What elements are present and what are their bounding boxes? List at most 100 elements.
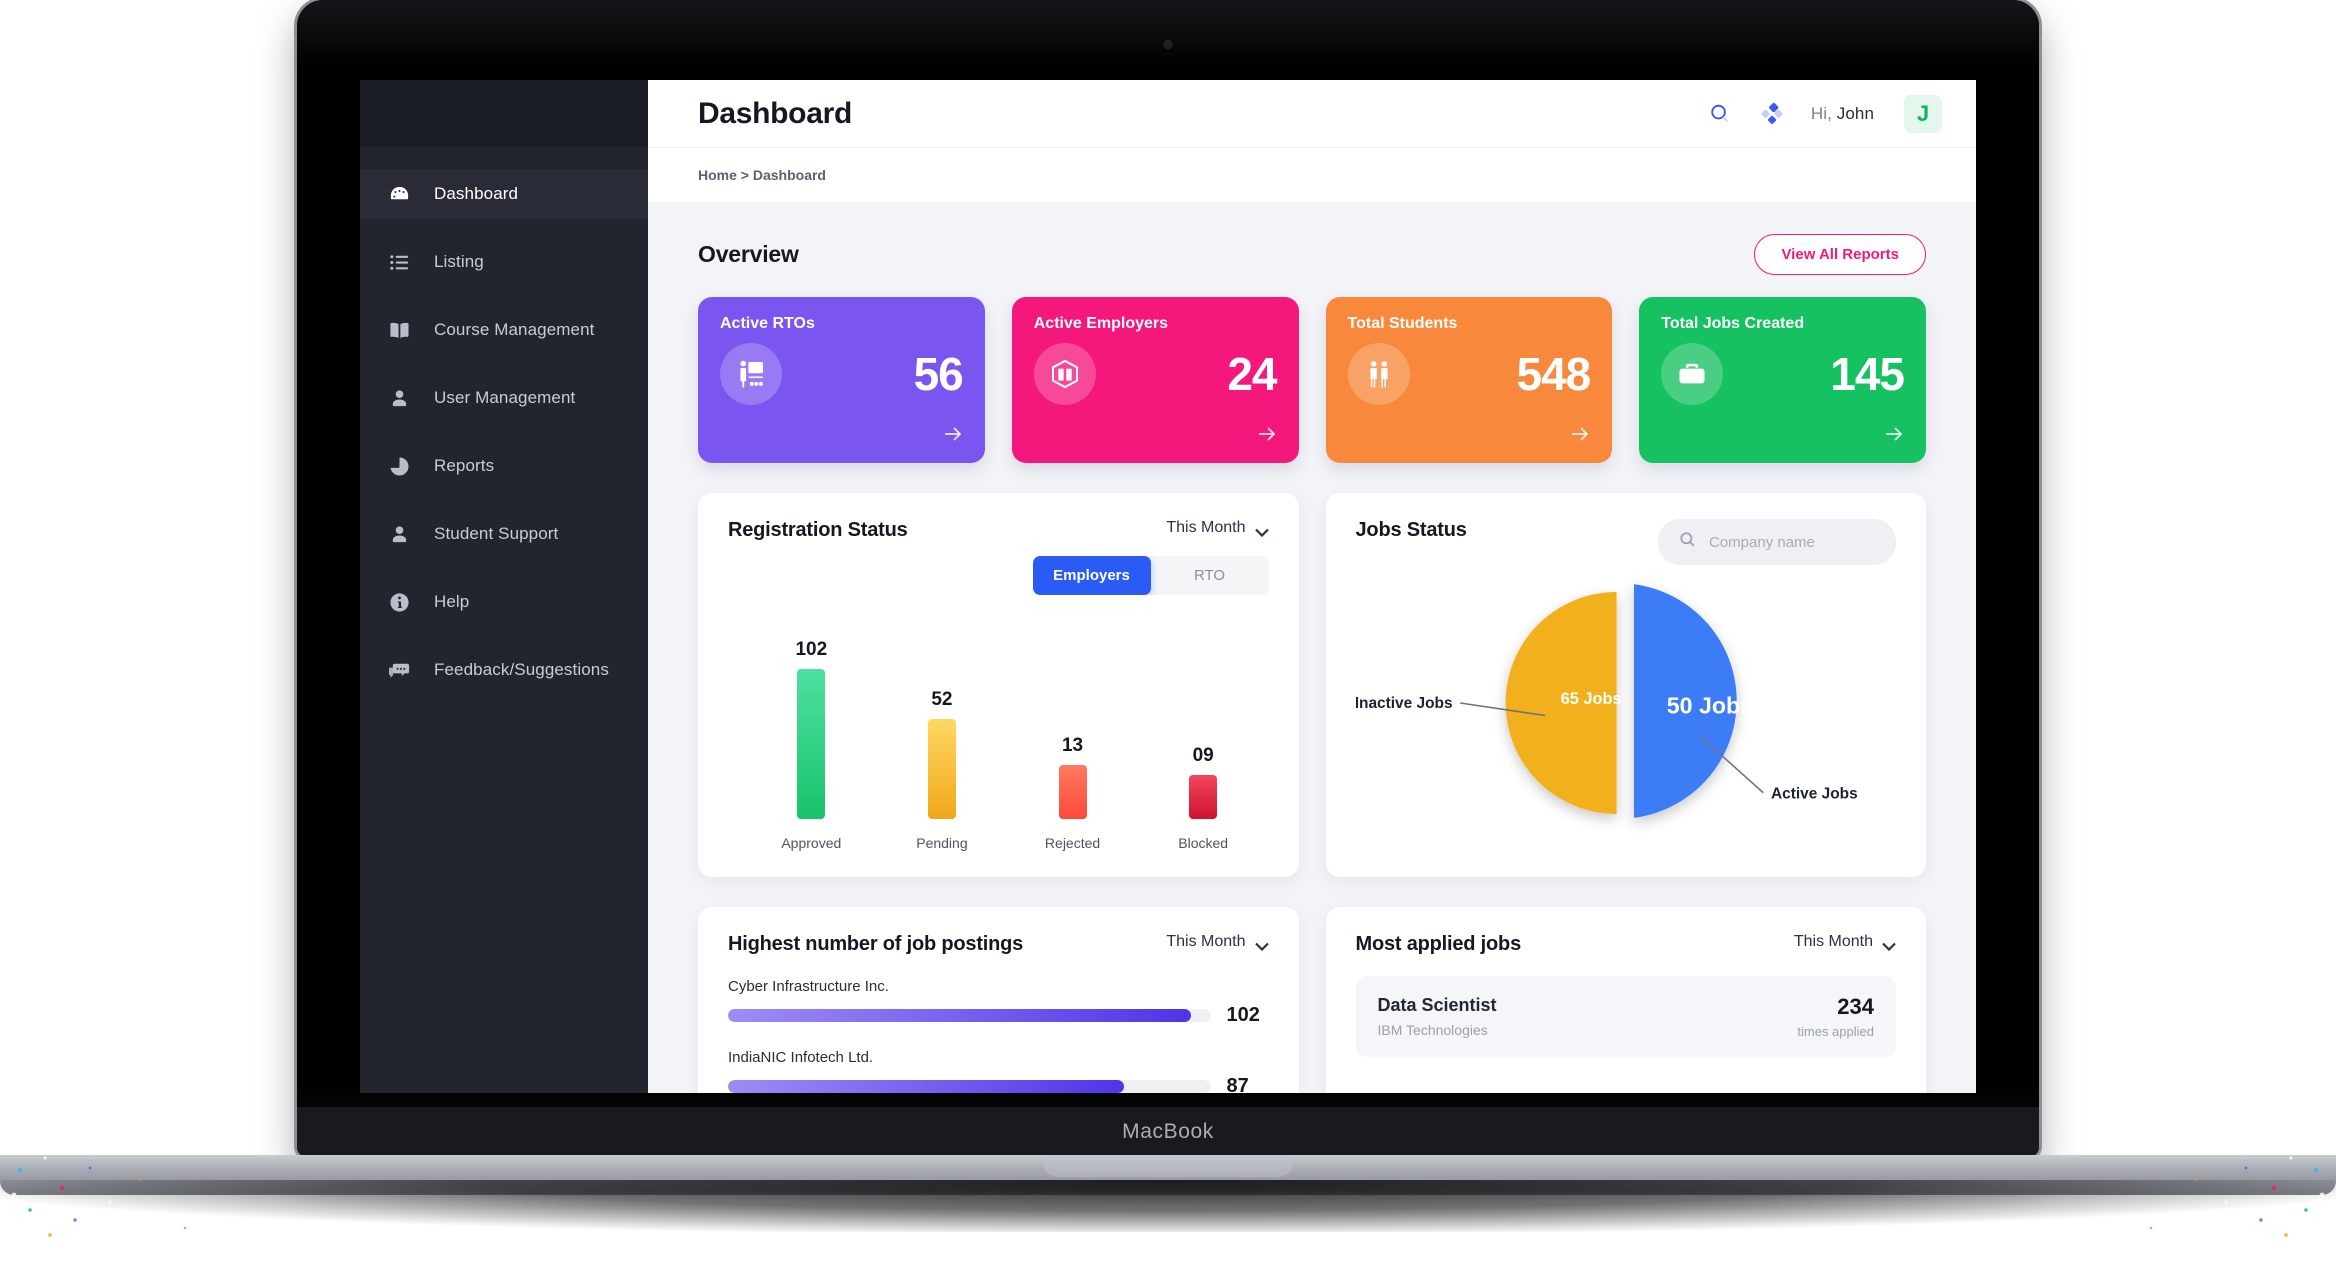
- stat-card-value: 24: [1227, 348, 1277, 400]
- progress-row: 87: [728, 1075, 1269, 1093]
- dashboard-content: Overview View All Reports Active RTOs 56: [648, 202, 1976, 1093]
- sidebar-item-user-management[interactable]: User Management: [360, 373, 648, 423]
- panel-header: Highest number of job postings This Mont…: [728, 933, 1269, 956]
- user-icon: [386, 521, 412, 547]
- sidebar-item-help[interactable]: Help: [360, 577, 648, 627]
- user-icon: [386, 385, 412, 411]
- search-icon[interactable]: [1707, 101, 1733, 127]
- bar: [1189, 775, 1218, 819]
- sidebar-item-label: Feedback/Suggestions: [434, 660, 609, 679]
- stat-card-label: Total Students: [1347, 315, 1458, 332]
- laptop-chin: MacBook: [297, 1107, 2039, 1157]
- sidebar-item-listing[interactable]: Listing: [360, 237, 648, 287]
- registration-bar-chart: 102 Approved 52 Pending 13 Rejected 09 B…: [728, 621, 1269, 851]
- stat-card-body: 145: [1661, 343, 1905, 405]
- sidebar-item-label: Listing: [434, 252, 484, 271]
- apps-grid-icon[interactable]: [1759, 101, 1785, 127]
- chevron-down-icon: [1254, 524, 1269, 537]
- sidebar-item-reports[interactable]: Reports: [360, 441, 648, 491]
- stat-card-body: 548: [1347, 343, 1592, 405]
- book-icon: [386, 317, 412, 343]
- period-dropdown-registration[interactable]: This Month: [1166, 519, 1269, 537]
- posting-count: 102: [1226, 1004, 1260, 1026]
- stat-card-active-employers[interactable]: Active Employers 24: [1011, 297, 1299, 463]
- panel-title: Highest number of job postings: [728, 933, 1024, 955]
- user-name: John: [1836, 103, 1874, 123]
- period-dropdown-postings[interactable]: This Month: [1166, 933, 1269, 951]
- panel-title: Most applied jobs: [1355, 933, 1522, 955]
- panel-header: Jobs Status: [1356, 519, 1896, 565]
- list-item[interactable]: Data Scientist IBM Technologies 234 time…: [1355, 976, 1896, 1057]
- greeting-text: Hi,: [1810, 103, 1832, 123]
- bar-category-label: Approved: [781, 835, 842, 851]
- list-item[interactable]: Cyber Infrastructure Inc. 102: [728, 978, 1269, 1027]
- company-search[interactable]: [1658, 519, 1896, 565]
- stat-cards: Active RTOs 56 Active Employers 24 Total…: [698, 297, 1926, 463]
- company-search-input[interactable]: [1709, 533, 1876, 551]
- applied-count-label: times applied: [1797, 1024, 1874, 1039]
- bar-group: 13 Rejected: [1007, 735, 1138, 851]
- progress-track: [728, 1009, 1211, 1022]
- lists-row: Highest number of job postings This Mont…: [698, 907, 1926, 1093]
- sidebar-item-label: Dashboard: [434, 184, 519, 203]
- period-dropdown-applied[interactable]: This Month: [1794, 933, 1896, 951]
- screen-viewport: Dashboard Listing Course Management User…: [360, 80, 1976, 1093]
- period-label: This Month: [1166, 519, 1246, 536]
- job-role: Data Scientist: [1377, 995, 1497, 1015]
- arrow-right-icon[interactable]: [1568, 422, 1592, 451]
- avatar[interactable]: J: [1904, 94, 1942, 133]
- panel-header: Registration Status This Month: [728, 519, 1269, 542]
- period-label: This Month: [1793, 933, 1873, 950]
- stat-card-label: Active RTOs: [720, 315, 815, 332]
- stat-card-active-rtos[interactable]: Active RTOs 56: [698, 297, 985, 463]
- stat-card-total-jobs-created[interactable]: Total Jobs Created 145: [1639, 297, 1926, 463]
- sidebar-item-student-support[interactable]: Student Support: [360, 509, 648, 559]
- stat-card-value: 548: [1516, 348, 1592, 400]
- bar-value-label: 09: [1192, 745, 1214, 766]
- bar-group: 52 Pending: [877, 689, 1008, 851]
- sidebar-logo-area: [360, 80, 648, 147]
- sidebar-item-course-management[interactable]: Course Management: [360, 305, 648, 355]
- gauge-icon: [386, 181, 412, 207]
- presenter-icon: [720, 343, 782, 405]
- company-name: Cyber Infrastructure Inc.: [728, 978, 889, 995]
- stat-card-value: 56: [913, 348, 964, 400]
- stat-card-total-students[interactable]: Total Students 548: [1325, 297, 1613, 463]
- progress-track: [728, 1080, 1211, 1093]
- building-icon: [1033, 343, 1096, 405]
- pie-label-active: Active Jobs: [1771, 786, 1858, 803]
- screenshot-stage: MacBook Dashboard Listing Course Managem…: [0, 0, 2336, 1263]
- bar-category-label: Pending: [916, 835, 968, 851]
- toggle-option-employers[interactable]: Employers: [1032, 556, 1151, 595]
- breadcrumb-text[interactable]: Home > Dashboard: [698, 167, 826, 183]
- pie-svg: Inactive Jobs Active Jobs 65 Jobs 50 Job…: [1354, 584, 1858, 818]
- sidebar-item-label: User Management: [434, 388, 576, 407]
- arrow-right-icon[interactable]: [1882, 422, 1906, 451]
- overview-title: Overview: [698, 241, 799, 267]
- arrow-right-icon[interactable]: [1255, 422, 1279, 451]
- chevron-down-icon: [1254, 938, 1269, 951]
- list-item[interactable]: IndiaNIC Infotech Ltd. 87: [728, 1049, 1269, 1093]
- sidebar-item-feedback[interactable]: Feedback/Suggestions: [360, 645, 648, 695]
- sidebar-item-label: Reports: [434, 456, 495, 475]
- sparkle-effect-right: [2149, 1150, 2330, 1237]
- user-greeting: Hi, John: [1811, 104, 1874, 124]
- chat-icon: [386, 657, 412, 683]
- sidebar-item-label: Student Support: [434, 524, 559, 543]
- brand-label: MacBook: [1122, 1120, 1214, 1143]
- job-stats: 234 times applied: [1797, 994, 1874, 1039]
- jobs-status-pie-chart: Inactive Jobs Active Jobs 65 Jobs 50 Job…: [1354, 569, 1897, 837]
- toggle-option-rto[interactable]: RTO: [1151, 556, 1269, 595]
- arrow-right-icon[interactable]: [941, 422, 965, 451]
- charts-row: Registration Status This Month Employers…: [698, 493, 1926, 877]
- list-icon: [386, 249, 412, 275]
- topbar-actions: Hi, John J: [1707, 80, 1942, 147]
- bar-category-label: Blocked: [1178, 835, 1229, 851]
- briefcase-icon: [1661, 343, 1724, 405]
- bar: [1058, 765, 1087, 819]
- sidebar-item-dashboard[interactable]: Dashboard: [360, 169, 648, 219]
- bar: [927, 719, 956, 819]
- sidebar: Dashboard Listing Course Management User…: [360, 80, 648, 1093]
- view-all-reports-button[interactable]: View All Reports: [1754, 234, 1926, 275]
